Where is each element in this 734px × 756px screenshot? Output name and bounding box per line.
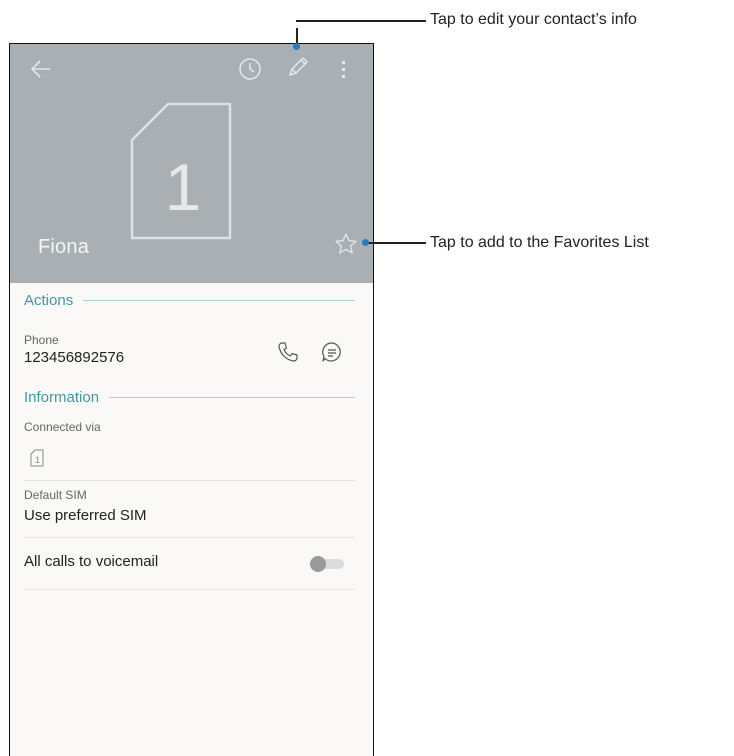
sim-card-icon: 1 (30, 449, 44, 467)
section-title: Information (24, 389, 100, 406)
section-title: Actions (24, 292, 74, 309)
phone-call-icon[interactable] (276, 340, 300, 364)
contact-details-screen: 1 Fiona Actions Phone 123456892576 Infor… (9, 43, 374, 756)
default-sim-label: Default SIM (24, 488, 87, 502)
connected-via-label: Connected via (24, 420, 101, 434)
divider (24, 480, 355, 481)
edit-callout-text: Tap to edit your contact’s info (430, 11, 637, 28)
information-section-header: Information (24, 389, 355, 406)
star-outline-icon[interactable] (334, 232, 358, 256)
edit-callout-line (296, 20, 426, 22)
contact-name: Fiona (38, 236, 90, 258)
history-icon[interactable] (237, 56, 263, 82)
contact-header: 1 Fiona (10, 44, 373, 283)
divider (24, 589, 355, 590)
voicemail-label: All calls to voicemail (24, 553, 159, 570)
default-sim-value[interactable]: Use preferred SIM (24, 507, 147, 524)
edit-callout-dot (293, 43, 300, 50)
actions-section-header: Actions (24, 292, 355, 309)
voicemail-toggle[interactable] (310, 556, 344, 572)
sim-card-icon: 1 (130, 102, 232, 240)
section-divider (83, 300, 355, 301)
favorite-callout-line (366, 242, 426, 244)
phone-number[interactable]: 123456892576 (24, 349, 124, 366)
edit-pencil-icon[interactable] (285, 54, 311, 80)
section-divider (109, 397, 355, 398)
back-arrow-icon[interactable] (30, 58, 52, 80)
more-vert-icon[interactable] (339, 58, 349, 80)
favorite-callout-dot (362, 239, 369, 246)
avatar-label: 1 (165, 150, 202, 224)
divider (24, 537, 355, 538)
toggle-knob (310, 556, 326, 572)
phone-label: Phone (24, 333, 59, 347)
favorite-callout-text: Tap to add to the Favorites List (430, 234, 649, 251)
sim-badge-label: 1 (35, 455, 40, 465)
message-icon[interactable] (320, 340, 344, 364)
